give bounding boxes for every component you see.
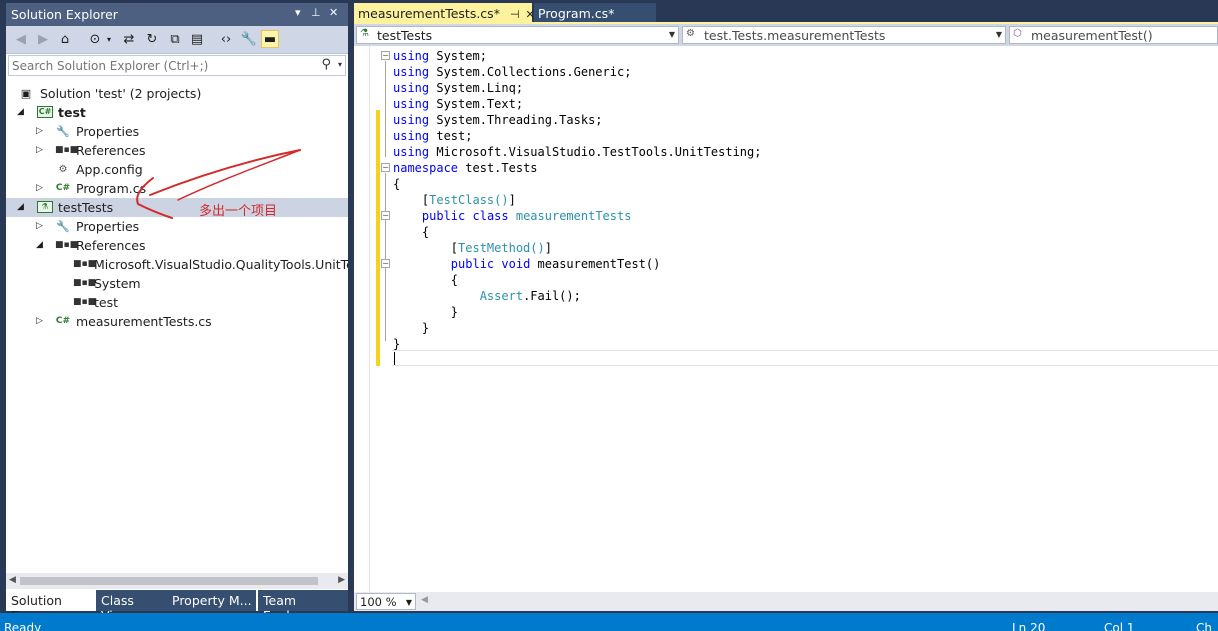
code-text: Assert bbox=[479, 289, 524, 303]
collapse-icon[interactable]: − bbox=[381, 51, 390, 60]
code-line: } bbox=[393, 337, 401, 351]
code-text: .Fail(); bbox=[523, 289, 581, 303]
tab-solution-explorer[interactable]: Solution Ex... bbox=[6, 590, 94, 623]
code-line: using System.Threading.Tasks; bbox=[393, 113, 603, 127]
member-dropdown[interactable]: ⬡ measurementTest() bbox=[1009, 26, 1218, 44]
code-text: Microsoft.VisualStudio.TestTools.UnitTes… bbox=[436, 145, 762, 159]
code-line: public void measurementTest() bbox=[450, 257, 661, 271]
code-line: namespace test.Tests bbox=[393, 161, 538, 175]
code-line: } bbox=[393, 321, 430, 335]
project-dropdown[interactable]: ⚗ testTests ▼ bbox=[356, 26, 679, 44]
code-line: [TestMethod()] bbox=[393, 241, 552, 255]
collapse-icon[interactable]: − bbox=[381, 259, 390, 268]
chevron-down-icon[interactable]: ▼ bbox=[996, 30, 1002, 39]
code-text: test; bbox=[436, 129, 473, 143]
code-text: test.Tests bbox=[465, 161, 538, 175]
code-line: using test; bbox=[393, 129, 473, 143]
tool-window-tabs: Solution Ex... Class View Property M... … bbox=[6, 590, 348, 623]
code-line: { bbox=[393, 273, 459, 287]
status-bar: Ready Ln 20 Col 1 Ch 1 bbox=[0, 613, 1218, 631]
code-text: measurementTest() bbox=[537, 257, 661, 271]
indicator-margin bbox=[354, 46, 370, 592]
column-number: Col 1 bbox=[1104, 621, 1135, 631]
code-line: public class measurementTests bbox=[421, 209, 632, 223]
line-number: Ln 20 bbox=[1012, 621, 1046, 631]
zoom-level: 100 % bbox=[360, 595, 397, 609]
chevron-down-icon[interactable]: ▼ bbox=[669, 30, 675, 39]
tab-class-view[interactable]: Class View bbox=[96, 590, 168, 623]
navigation-bar: ⚗ testTests ▼ ⚙ test.Tests.measurementTe… bbox=[354, 24, 1218, 46]
code-text: System.Threading.Tasks; bbox=[436, 113, 603, 127]
chevron-down-icon[interactable]: ▼ bbox=[406, 598, 412, 607]
tab-team-explorer[interactable]: Team Explo... bbox=[258, 590, 348, 623]
code-line: using System.Linq; bbox=[393, 81, 524, 95]
code-text: System; bbox=[436, 49, 487, 63]
pin-icon[interactable]: ⊣ bbox=[510, 8, 520, 21]
document-tabs: measurementTests.cs* ⊣ ✕ Program.cs* bbox=[354, 3, 1218, 24]
code-line: Assert.Fail(); bbox=[393, 288, 581, 304]
code-line: using System.Collections.Generic; bbox=[393, 65, 632, 79]
scroll-left-icon[interactable]: ◀ bbox=[421, 595, 428, 605]
code-editor[interactable]: − − − − using System; using System.Colle… bbox=[354, 46, 1218, 592]
outline-line bbox=[385, 173, 386, 341]
code-text: measurementTests bbox=[515, 209, 632, 223]
tab-label: Program.cs* bbox=[538, 6, 615, 21]
code-line: [TestClass()] bbox=[393, 193, 516, 207]
code-line: using Microsoft.VisualStudio.TestTools.U… bbox=[393, 145, 762, 159]
code-text: System.Collections.Generic; bbox=[436, 65, 632, 79]
outline-line bbox=[385, 61, 386, 157]
editor-bottom-bar: 100 % ▼ ◀ bbox=[354, 592, 1218, 611]
code-line: using System.Text; bbox=[393, 97, 524, 111]
current-line-highlight bbox=[392, 350, 1218, 366]
class-icon: ⚙ bbox=[686, 28, 695, 39]
collapse-icon[interactable]: − bbox=[381, 163, 390, 172]
type-dropdown[interactable]: ⚙ test.Tests.measurementTests ▼ bbox=[682, 26, 1006, 44]
tab-measurementtests-cs[interactable]: measurementTests.cs* ⊣ ✕ bbox=[354, 3, 535, 24]
method-icon: ⬡ bbox=[1013, 28, 1022, 39]
code-line: { bbox=[393, 225, 430, 239]
code-line: } bbox=[393, 305, 459, 319]
code-text: System.Text; bbox=[436, 97, 524, 111]
test-project-icon: ⚗ bbox=[360, 28, 369, 39]
code-line: { bbox=[393, 177, 401, 191]
code-text: TestMethod() bbox=[458, 241, 545, 255]
text-caret bbox=[394, 352, 395, 365]
tab-label: measurementTests.cs* bbox=[358, 6, 500, 21]
char-number: Ch 1 bbox=[1196, 621, 1212, 631]
annotation-text: 多出一个项目 bbox=[199, 204, 278, 219]
code-text: TestClass() bbox=[429, 193, 509, 207]
code-text: System.Linq; bbox=[436, 81, 524, 95]
collapse-icon[interactable]: − bbox=[381, 211, 390, 220]
status-text: Ready bbox=[4, 621, 42, 631]
code-line: using System; bbox=[393, 49, 487, 63]
tab-property-manager[interactable]: Property M... bbox=[167, 590, 256, 611]
change-tracking-marker bbox=[376, 110, 380, 366]
tab-program-cs[interactable]: Program.cs* bbox=[534, 3, 656, 24]
zoom-dropdown[interactable]: 100 % ▼ bbox=[356, 593, 416, 610]
